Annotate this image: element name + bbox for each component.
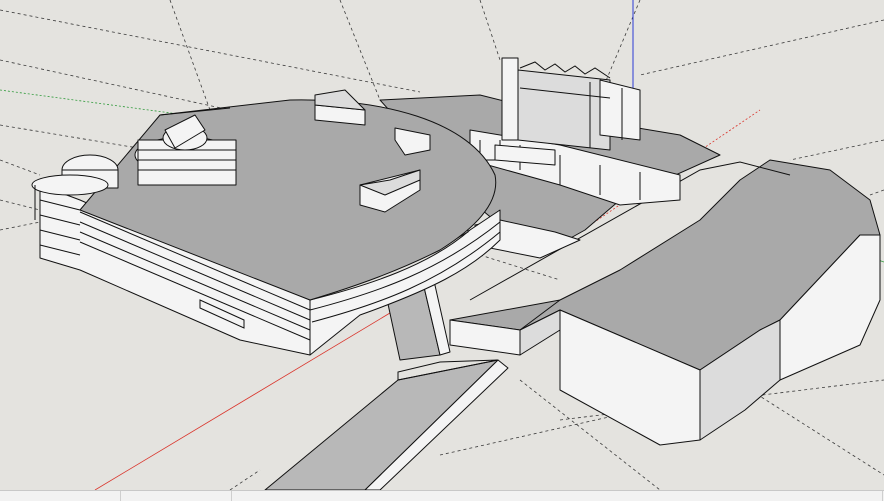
model-viewport[interactable] xyxy=(0,0,884,490)
tower-building xyxy=(501,57,641,151)
status-bar xyxy=(0,490,884,501)
scene-canvas xyxy=(0,0,884,490)
front-walkway xyxy=(264,359,509,490)
